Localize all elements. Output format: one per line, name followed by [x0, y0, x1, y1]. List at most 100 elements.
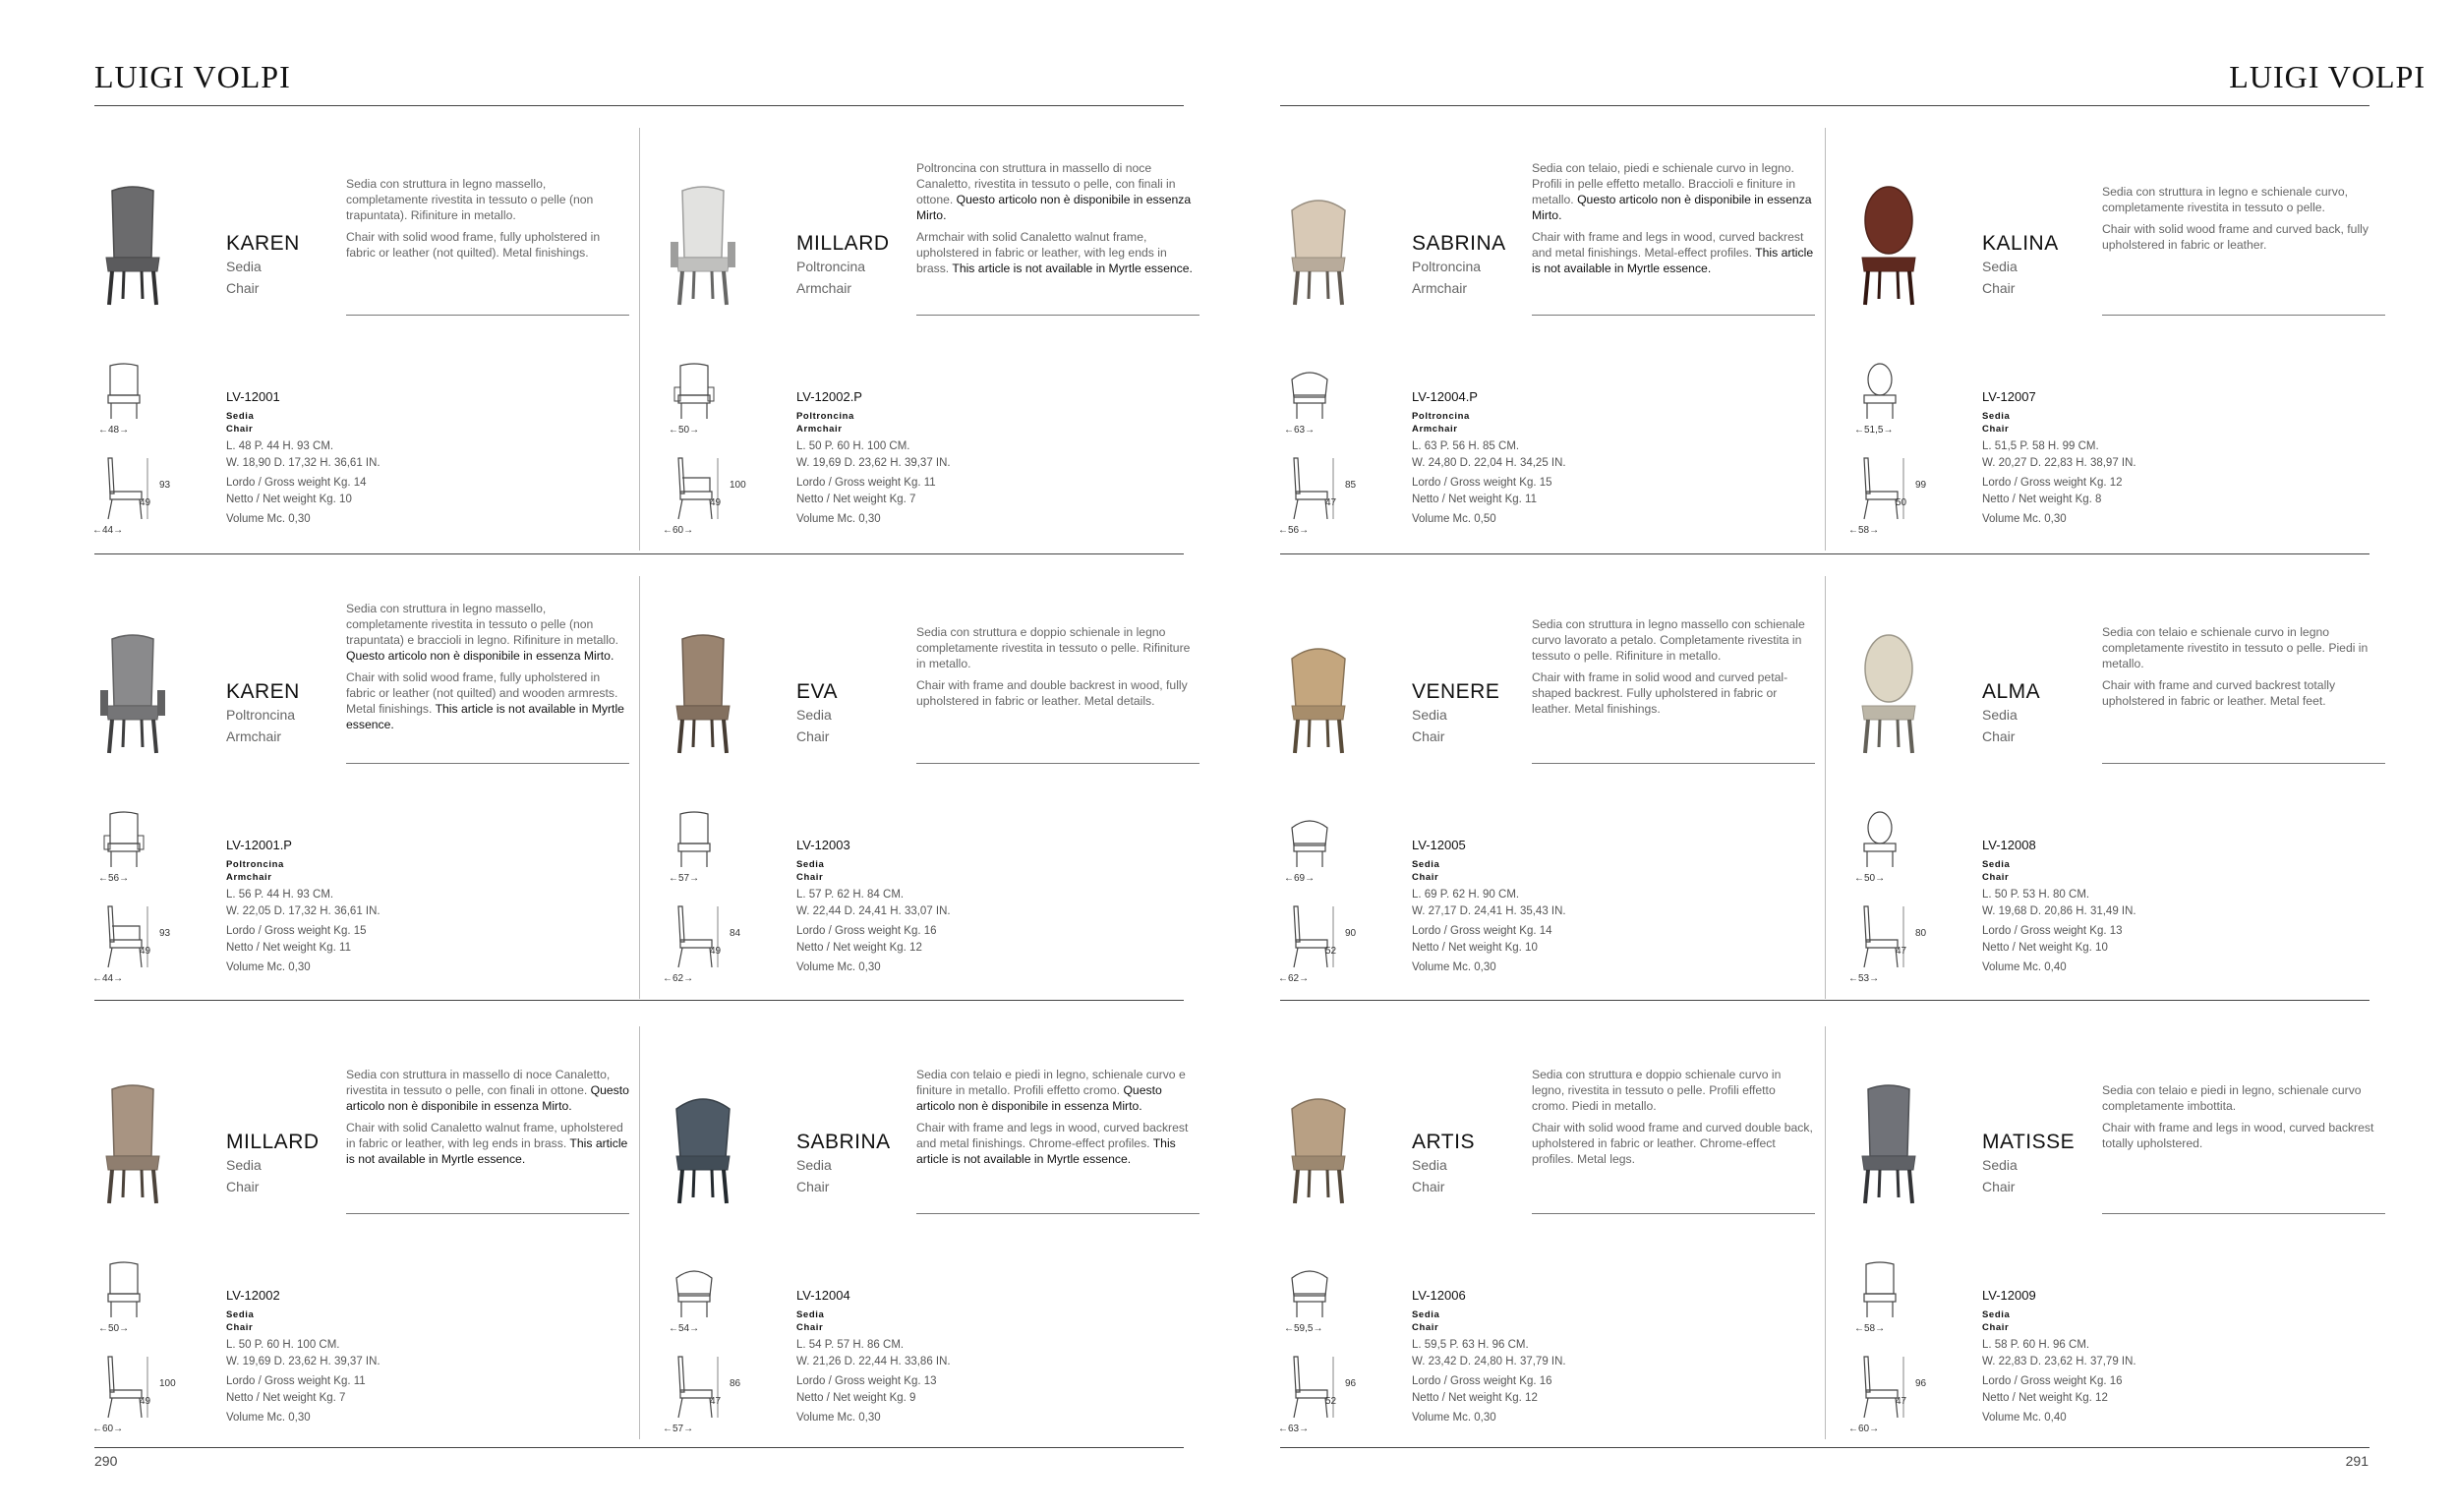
- description-english: Chair with solid Canaletto walnut frame,…: [346, 1121, 628, 1166]
- chair-photo: [667, 629, 739, 757]
- page-number-left: 290: [94, 1453, 118, 1469]
- description-english: Chair with solid wood frame, fully uphol…: [346, 230, 601, 260]
- product-description: Sedia con struttura in legno massello, c…: [346, 576, 629, 763]
- product-name: MILLARD: [796, 232, 890, 255]
- row-separator: [1280, 1000, 2369, 1001]
- side-view-drawing: [1854, 456, 1905, 521]
- seat-height-label: 52: [1325, 1396, 1337, 1407]
- product-specs: LV-12004 Sedia Chair L. 54 P. 57 H. 86 C…: [796, 1288, 1190, 1426]
- description-italian: Sedia con struttura e doppio schienale c…: [1532, 1068, 1782, 1113]
- description-italian: Sedia con struttura in legno massello, c…: [346, 177, 594, 222]
- row-separator: [94, 553, 1184, 554]
- chair-photo: [667, 181, 739, 309]
- gross-weight: Lordo / Gross weight Kg. 12: [1982, 477, 2123, 489]
- product-type-en: Chair: [1412, 728, 1445, 744]
- dimensions-in: W. 22,44 D. 24,41 H. 33,07 IN.: [796, 905, 951, 917]
- product-title-block: MILLARD Poltroncina Armchair: [796, 232, 914, 299]
- net-weight: Netto / Net weight Kg. 8: [1982, 494, 2102, 505]
- height-label: 85: [1345, 480, 1357, 491]
- chair-photo: [1852, 1079, 1925, 1207]
- side-depth-label: ←57→: [663, 1424, 694, 1434]
- product-code: LV-12003: [796, 838, 850, 852]
- product-code: LV-12005: [1412, 838, 1466, 852]
- product-card: ALMA Sedia Chair Sedia con telaio e schi…: [1844, 576, 2395, 999]
- product-card: MATISSE Sedia Chair Sedia con telaio e p…: [1844, 1026, 2395, 1449]
- product-description: Sedia con telaio e schienale curvo in le…: [2102, 576, 2385, 763]
- description-rule: [2102, 315, 2385, 316]
- description-rule: [2102, 763, 2385, 764]
- product-name: KAREN: [226, 232, 300, 255]
- side-view-drawing: [1284, 904, 1335, 969]
- gross-weight: Lordo / Gross weight Kg. 16: [1412, 1375, 1552, 1387]
- product-description: Sedia con telaio e piedi in legno, schie…: [916, 1026, 1199, 1213]
- description-english: Chair with frame and legs in wood, curve…: [2102, 1121, 2374, 1150]
- side-view-drawing: [1854, 904, 1905, 969]
- product-code: LV-12009: [1982, 1288, 2036, 1303]
- front-width-label: ←50→: [1854, 873, 1886, 884]
- dimensions-in: W. 19,68 D. 20,86 H. 31,49 IN.: [1982, 905, 2136, 917]
- column-divider: [1825, 128, 1826, 551]
- dimensions-cm: L. 50 P. 53 H. 80 CM.: [1982, 889, 2090, 901]
- side-depth-label: ←53→: [1848, 973, 1880, 984]
- volume: Volume Mc. 0,30: [226, 513, 311, 525]
- height-label: 96: [1915, 1378, 1927, 1389]
- product-specs: LV-12008 Sedia Chair L. 50 P. 53 H. 80 C…: [1982, 838, 2375, 976]
- side-depth-label: ←62→: [663, 973, 694, 984]
- description-italian: Sedia con telaio e piedi in legno, schie…: [2102, 1083, 2362, 1113]
- seat-height-label: 47: [1325, 497, 1337, 508]
- description-rule: [1532, 1213, 1815, 1214]
- height-label: 99: [1915, 480, 1927, 491]
- product-specs: LV-12001 Sedia Chair L. 48 P. 44 H. 93 C…: [226, 389, 619, 528]
- product-name: MATISSE: [1982, 1131, 2076, 1153]
- description-rule: [1532, 763, 1815, 764]
- product-type-en: Armchair: [1412, 280, 1468, 296]
- product-type-it: Sedia: [1412, 1157, 1447, 1173]
- product-type-en: Chair: [226, 280, 260, 296]
- product-code: LV-12001.P: [226, 838, 292, 852]
- front-view-drawing: [669, 810, 720, 869]
- net-weight: Netto / Net weight Kg. 7: [796, 494, 916, 505]
- dimensions-cm: L. 50 P. 60 H. 100 CM.: [226, 1339, 340, 1351]
- product-type-en: Armchair: [796, 280, 852, 296]
- side-view-drawing: [1854, 1355, 1905, 1420]
- product-type-it: Sedia: [1982, 1157, 2018, 1173]
- side-view-drawing: [669, 904, 720, 969]
- description-italian: Sedia con telaio, piedi e schienale curv…: [1532, 161, 1812, 222]
- chair-photo: [1282, 1079, 1355, 1207]
- gross-weight: Lordo / Gross weight Kg. 13: [796, 1375, 937, 1387]
- side-depth-label: ←60→: [663, 525, 694, 536]
- row-separator: [1280, 553, 2369, 554]
- brand-logo-left: LUIGI VOLPI: [94, 59, 291, 94]
- front-view-drawing: [1284, 362, 1335, 421]
- description-italian: Sedia con struttura in massello di noce …: [346, 1068, 629, 1113]
- spec-type-it: Sedia: [796, 1309, 825, 1320]
- height-label: 84: [730, 928, 741, 939]
- product-type-it: Sedia: [1982, 707, 2018, 723]
- seat-height-label: 47: [710, 1396, 722, 1407]
- gross-weight: Lordo / Gross weight Kg. 16: [1982, 1375, 2123, 1387]
- volume: Volume Mc. 0,30: [796, 961, 881, 973]
- product-title-block: MILLARD Sedia Chair: [226, 1131, 344, 1197]
- column-divider: [639, 1026, 640, 1439]
- product-description: Sedia con struttura in legno e schienale…: [2102, 128, 2385, 315]
- front-view-drawing: [669, 1260, 720, 1319]
- product-title-block: SABRINA Poltroncina Armchair: [1412, 232, 1530, 299]
- front-width-label: ←69→: [1284, 873, 1316, 884]
- description-english: Chair with frame and double backrest in …: [916, 678, 1188, 708]
- spec-type-it: Sedia: [226, 1309, 255, 1320]
- chair-photo: [96, 629, 169, 757]
- volume: Volume Mc. 0,30: [796, 513, 881, 525]
- product-type-it: Poltroncina: [226, 707, 296, 723]
- front-width-label: ←54→: [669, 1323, 700, 1334]
- dimensions-cm: L. 69 P. 62 H. 90 CM.: [1412, 889, 1520, 901]
- seat-height-label: 49: [140, 1396, 151, 1407]
- spec-type-en: Chair: [796, 872, 824, 883]
- dimensions-cm: L. 57 P. 62 H. 84 CM.: [796, 889, 905, 901]
- product-title-block: EVA Sedia Chair: [796, 680, 914, 747]
- front-view-drawing: [98, 810, 149, 869]
- description-rule: [916, 315, 1199, 316]
- front-width-label: ←59,5→: [1284, 1323, 1323, 1334]
- product-description: Sedia con struttura in massello di noce …: [346, 1026, 629, 1213]
- header-rule-right: [1280, 105, 2369, 106]
- product-description: Sedia con struttura e doppio schienale c…: [1532, 1026, 1815, 1213]
